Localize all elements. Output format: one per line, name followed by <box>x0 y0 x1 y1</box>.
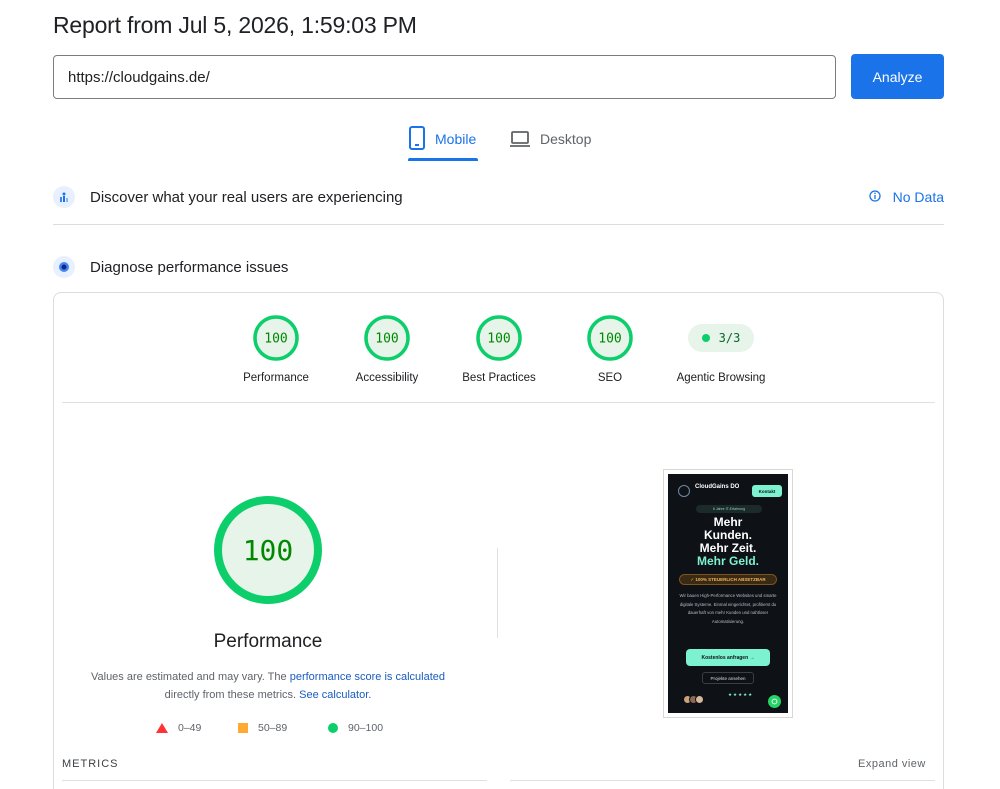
legend-average: 50–89 <box>238 722 287 734</box>
score-label: SEO <box>597 372 623 384</box>
tab-mobile[interactable]: Mobile <box>408 126 476 162</box>
preview-stars: ★★★★★ <box>728 692 754 697</box>
preview-tax-badge: ✓ 100% STEUERLICH ABSETZBAR <box>679 574 777 585</box>
whatsapp-icon <box>768 695 781 708</box>
users-chart-icon <box>53 186 75 208</box>
score-gauge-seo[interactable]: 100 SEO <box>550 314 670 384</box>
score-agentic-browsing[interactable]: 3/3 Agentic Browsing <box>661 314 781 384</box>
circle-icon <box>328 723 338 733</box>
performance-big-gauge: 100 <box>214 496 322 604</box>
avatar <box>695 695 704 704</box>
desc-text-1: Values are estimated and may vary. The <box>90 671 290 683</box>
preview-brand: CloudGains DO <box>695 484 740 490</box>
see-calculator-link[interactable]: See calculator. <box>299 689 371 701</box>
metrics-divider <box>510 780 935 781</box>
agentic-label: Agentic Browsing <box>676 372 766 384</box>
tab-desktop[interactable]: Desktop <box>509 126 591 162</box>
field-data-title: Discover what your real users are experi… <box>90 188 403 206</box>
tab-mobile-label: Mobile <box>435 131 477 147</box>
square-icon <box>238 723 248 733</box>
performance-score-link[interactable]: performance score is calculated <box>290 671 445 683</box>
score-value: 100 <box>487 332 510 347</box>
preview-badge: 6 Jahre IT-Erfahrung <box>696 505 762 513</box>
final-screenshot[interactable]: CloudGains DO Kontakt 6 Jahre IT-Erfahru… <box>663 469 793 718</box>
metrics-divider <box>62 780 487 781</box>
no-data-status[interactable]: No Data <box>868 189 944 205</box>
tab-desktop-label: Desktop <box>540 131 592 147</box>
active-tab-indicator <box>408 158 478 161</box>
performance-big-score: 100 <box>243 534 294 567</box>
legend-range: 90–100 <box>348 722 384 734</box>
expand-view-toggle[interactable]: Expand view <box>858 758 926 770</box>
desc-text-2: directly from these metrics. <box>164 689 297 701</box>
headline-line-accent: Mehr Geld. <box>696 554 759 568</box>
metrics-heading: METRICS <box>62 758 119 770</box>
scores-divider <box>62 402 935 403</box>
score-gauge-accessibility[interactable]: 100 Accessibility <box>327 314 447 384</box>
no-data-label: No Data <box>892 189 944 205</box>
preview-contact-button: Kontakt <box>752 485 782 497</box>
preview-headline: Mehr Kunden. Mehr Zeit. Mehr Geld. <box>668 516 788 568</box>
legend-range: 0–49 <box>178 722 202 734</box>
triangle-icon <box>156 723 168 733</box>
url-input[interactable] <box>53 55 836 99</box>
agentic-pill: 3/3 <box>688 324 754 352</box>
score-label: Accessibility <box>355 372 419 384</box>
preview-avatars <box>683 695 704 704</box>
analyze-button[interactable]: Analyze <box>851 54 944 99</box>
lighthouse-icon <box>53 256 75 278</box>
score-gauge-best-practices[interactable]: 100 Best Practices <box>439 314 559 384</box>
page-title: Report from Jul 5, 2026, 1:59:03 PM <box>53 12 417 38</box>
score-label: Performance <box>243 372 309 384</box>
performance-title: Performance <box>213 631 323 652</box>
diagnose-title: Diagnose performance issues <box>90 258 289 276</box>
agentic-value: 3/3 <box>718 331 741 345</box>
vertical-separator <box>497 548 498 638</box>
smartphone-icon <box>408 126 426 153</box>
legend-range: 50–89 <box>258 722 288 734</box>
mobile-page-preview: CloudGains DO Kontakt 6 Jahre IT-Erfahru… <box>668 474 788 713</box>
brand-logo-icon <box>678 485 690 497</box>
score-value: 100 <box>598 332 621 347</box>
info-icon <box>868 189 881 205</box>
legend-fail: 0–49 <box>156 722 201 734</box>
score-value: 100 <box>375 332 398 347</box>
laptop-icon <box>509 126 531 154</box>
performance-description: Values are estimated and may vary. The p… <box>78 668 458 704</box>
diagnose-section: Diagnose performance issues <box>53 255 944 279</box>
score-value: 100 <box>264 332 287 347</box>
score-label: Best Practices <box>462 372 536 384</box>
score-gauge-performance[interactable]: 100 Performance <box>216 314 336 384</box>
preview-body-text: Wir bauen High-Performance Websites und … <box>679 593 777 624</box>
pass-dot-icon <box>701 334 710 342</box>
section-divider <box>53 224 944 225</box>
legend-pass: 90–100 <box>328 722 383 734</box>
preview-cta-button: Kostenlos anfragen → <box>686 649 770 666</box>
preview-projects-button: Projekte ansehen <box>702 672 754 684</box>
field-data-section: Discover what your real users are experi… <box>53 185 944 209</box>
